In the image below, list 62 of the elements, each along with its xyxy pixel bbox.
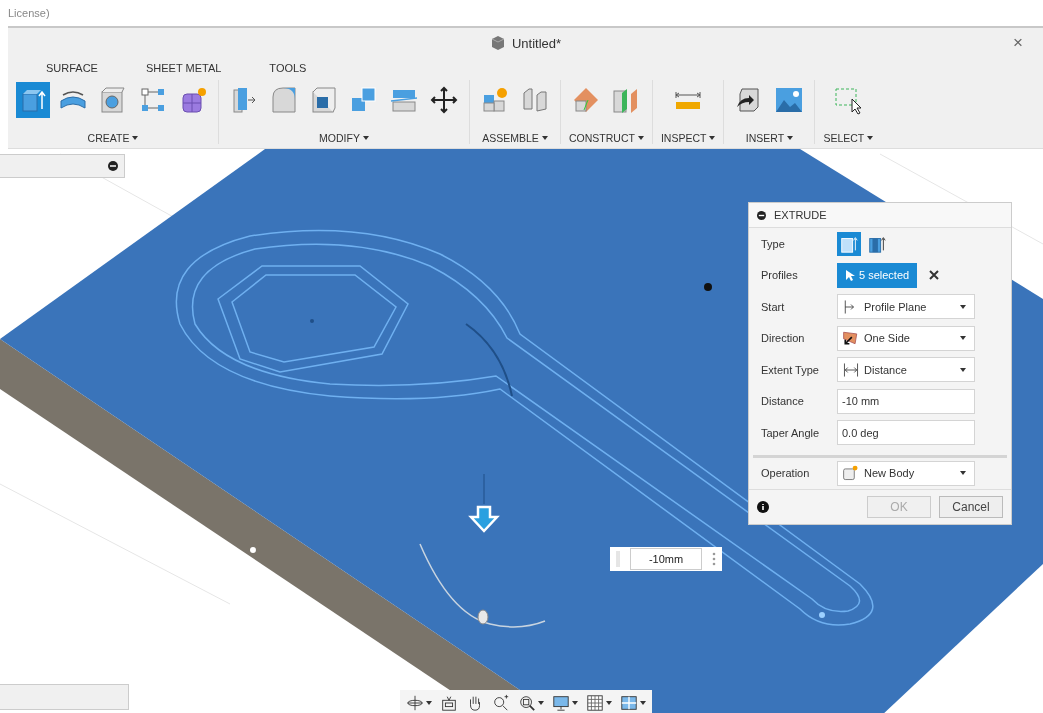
new-component-icon [480,85,510,115]
field-label: Start [761,300,786,313]
group-menu[interactable]: INSPECT [660,132,716,144]
fillet-icon [269,85,299,115]
field-label: Taper Angle [761,426,821,439]
one-side-icon [842,329,860,348]
tab[interactable]: TOOLS [269,61,307,77]
orbit-icon [406,694,424,712]
license-text: License) [8,7,50,19]
tab[interactable]: SHEET METAL [145,61,222,77]
zoom-icon [492,694,510,712]
dialog-title: EXTRUDE [774,209,827,221]
group-menu[interactable]: INSERT [745,132,794,144]
dropdown[interactable]: Profile Plane [837,294,975,320]
distance-icon [842,360,860,379]
group-menu[interactable]: CONSTRUCT [569,132,644,144]
clear-icon[interactable] [929,270,940,281]
angle-handle[interactable] [477,609,489,625]
move-icon [429,85,459,115]
tab[interactable]: SURFACE [46,61,98,77]
new-body-icon [842,464,860,483]
nav-button[interactable] [584,692,614,713]
collapse-icon[interactable] [108,161,118,171]
close-button[interactable]: × [1011,33,1025,53]
field-label: Profiles [761,269,799,282]
point-marker [250,547,256,553]
selection-button[interactable]: 5 selected [837,262,918,288]
input-field[interactable]: 0.0 deg [837,420,975,446]
group-menu[interactable]: MODIFY [319,132,369,144]
insert-image-icon [774,85,805,115]
extrude-arrow-handle [468,505,500,533]
point-marker [704,283,712,291]
group-menu[interactable]: ASSEMBLE [482,132,548,144]
dropdown[interactable]: New Body [837,460,975,486]
field-label: Operation [761,467,811,480]
look-at-icon [440,694,458,712]
joint-icon [520,85,550,115]
window-title: Untitled* [511,35,562,51]
field-label: Distance [761,395,805,408]
group-menu[interactable]: SELECT [823,132,874,144]
dialog-button[interactable]: Cancel [939,496,1003,518]
select-window-icon [833,85,864,115]
dimension-input[interactable]: -10mm [610,547,722,571]
input-field[interactable]: -10 mm [837,388,975,414]
group-menu[interactable]: CREATE [87,132,139,144]
point-marker [819,612,825,618]
info-icon[interactable] [757,501,769,513]
shell-icon [309,85,339,115]
dropdown[interactable]: One Side [837,325,975,351]
type-option[interactable] [837,231,861,256]
dropdown[interactable]: Distance [837,357,975,383]
cube-icon [489,35,506,51]
fit-icon [518,694,536,712]
display-icon [552,694,570,712]
collapse-icon[interactable] [757,210,766,220]
more-icon[interactable] [712,552,716,566]
hole-icon [98,85,128,115]
field-label: Direction [761,332,806,345]
cursor-icon [845,269,855,282]
field-label: Type [761,237,786,250]
center-point [310,319,314,323]
field-label: Extent Type [761,363,820,376]
